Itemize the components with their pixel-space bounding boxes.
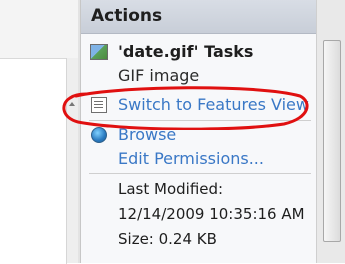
switch-to-features-view-link[interactable]: Switch to Features View — [118, 95, 309, 114]
file-size: Size: 0.24 KB — [118, 230, 217, 248]
gif-file-icon — [90, 44, 108, 60]
content-list — [0, 58, 67, 264]
features-view-icon[interactable] — [91, 97, 107, 113]
scrollbar-thumb[interactable] — [323, 40, 341, 242]
actions-scrollbar[interactable] — [316, 0, 345, 263]
edit-permissions-link[interactable]: Edit Permissions... — [118, 149, 264, 168]
actions-title: Actions — [91, 6, 163, 26]
last-modified-value: 12/14/2009 10:35:16 AM — [118, 205, 305, 223]
browse-link[interactable]: Browse — [118, 125, 176, 144]
actions-pane: Actions 'date.gif' Tasks GIF image Switc… — [80, 0, 317, 263]
last-modified-label: Last Modified: — [118, 180, 224, 198]
scroll-up-arrow-icon[interactable] — [69, 102, 75, 106]
separator — [89, 173, 311, 174]
actions-header: Actions — [81, 0, 317, 34]
content-area — [0, 0, 79, 264]
separator — [89, 120, 311, 121]
section-title: 'date.gif' Tasks — [118, 42, 254, 61]
browse-globe-icon[interactable] — [91, 127, 107, 143]
file-type-label: GIF image — [118, 66, 200, 85]
